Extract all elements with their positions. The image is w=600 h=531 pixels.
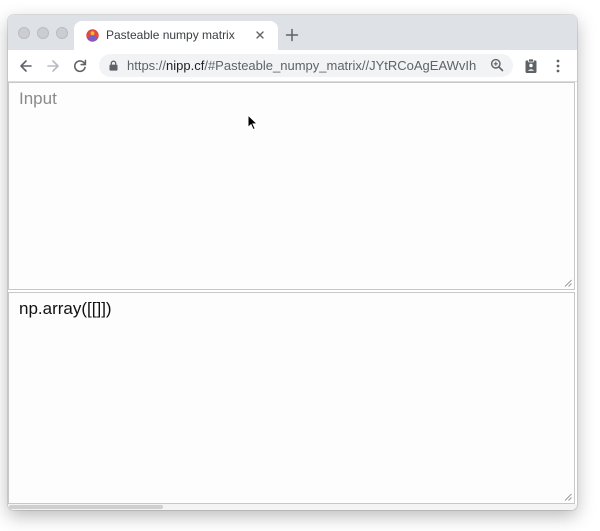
zoom-icon[interactable] — [490, 58, 504, 72]
address-bar[interactable]: https://nipp.cf/#Pasteable_numpy_matrix/… — [99, 54, 513, 77]
page-content: Input np.array([[]]) — [8, 82, 577, 510]
url-scheme: https:// — [127, 58, 167, 73]
kebab-menu-icon[interactable] — [550, 58, 566, 74]
resize-handle-icon[interactable] — [564, 493, 572, 501]
input-textarea[interactable]: Input — [8, 82, 575, 290]
scrollbar-thumb[interactable] — [9, 505, 163, 509]
mouse-cursor-icon — [247, 114, 259, 131]
window-minimize-button[interactable] — [37, 27, 49, 39]
clipboard-icon[interactable] — [523, 58, 539, 74]
window-zoom-button[interactable] — [56, 27, 68, 39]
url-path: /#Pasteable_numpy_matrix//JYtRCoAgEAWvIh… — [204, 58, 477, 73]
tab-active[interactable]: Pasteable numpy matrix — [74, 21, 278, 50]
resize-handle-icon[interactable] — [564, 279, 572, 287]
output-text: np.array([[]]) — [19, 299, 112, 318]
output-textarea[interactable]: np.array([[]]) — [8, 292, 575, 504]
browser-toolbar: https://nipp.cf/#Pasteable_numpy_matrix/… — [8, 50, 577, 82]
favicon-icon — [86, 29, 99, 42]
input-placeholder: Input — [19, 89, 57, 108]
reload-icon[interactable] — [72, 58, 88, 74]
window-close-button[interactable] — [18, 27, 30, 39]
close-icon[interactable] — [254, 29, 266, 41]
forward-arrow-icon[interactable] — [45, 58, 61, 74]
tab-strip: Pasteable numpy matrix — [8, 15, 577, 50]
lock-icon[interactable] — [108, 60, 119, 71]
tab-title: Pasteable numpy matrix — [106, 28, 235, 42]
back-arrow-icon[interactable] — [18, 58, 34, 74]
url-host: nipp.cf — [166, 58, 205, 73]
url-text[interactable]: https://nipp.cf/#Pasteable_numpy_matrix/… — [127, 58, 477, 73]
horizontal-scrollbar[interactable] — [8, 504, 577, 510]
plus-icon[interactable] — [285, 28, 299, 42]
browser-window: Pasteable numpy matrix https://nipp.cf/#… — [8, 15, 577, 510]
